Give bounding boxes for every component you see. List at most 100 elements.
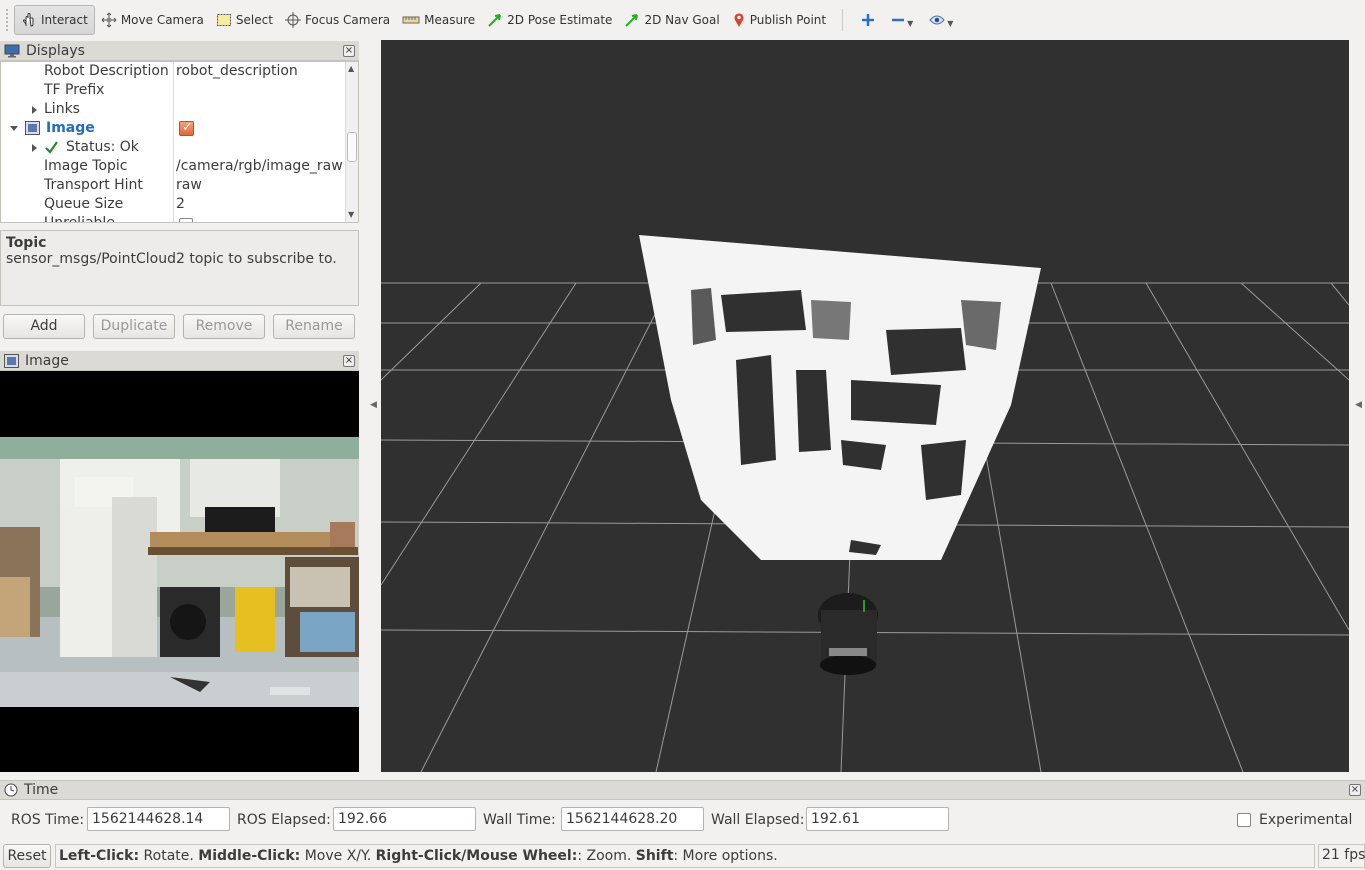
property-name: Unreliable <box>44 215 115 223</box>
property-name: Queue Size <box>44 196 124 212</box>
tree-row-transport-hint[interactable]: Transport Hint raw <box>1 176 358 195</box>
enabled-checkbox[interactable] <box>179 120 194 136</box>
point-cloud <box>639 235 1041 560</box>
publish-point-tool-button[interactable]: Publish Point <box>726 5 832 35</box>
camera-image-view[interactable] <box>0 371 359 772</box>
scroll-up-icon[interactable]: ▲ <box>348 64 354 73</box>
collapse-arrow-icon[interactable] <box>10 126 18 131</box>
select-icon <box>216 14 231 26</box>
hint-text: Move X/Y. <box>300 848 376 864</box>
hint-text: : More options. <box>673 848 778 864</box>
toolbar-grip[interactable] <box>6 9 10 31</box>
tree-row-robot-description[interactable]: Robot Description robot_description <box>1 62 358 81</box>
image-panel-header: Image × <box>0 351 359 371</box>
time-panel-header: Time × <box>0 780 1365 800</box>
tree-row-queue-size[interactable]: Queue Size 2 <box>1 195 358 214</box>
fps-counter: 21 fps <box>1318 844 1365 868</box>
property-name: Links <box>44 101 80 117</box>
move-camera-tool-label: Move Camera <box>120 13 204 27</box>
hint-bold: Middle-Click: <box>198 848 301 864</box>
left-splitter-handle[interactable]: ◀ <box>370 400 377 410</box>
scrollbar-thumb[interactable] <box>347 132 357 162</box>
wall-elapsed-label: Wall Elapsed: <box>711 812 805 828</box>
measure-tool-label: Measure <box>424 13 476 27</box>
select-tool-button[interactable]: Select <box>210 5 279 35</box>
ros-elapsed-label: ROS Elapsed: <box>237 812 331 828</box>
3d-scene <box>381 235 1349 772</box>
eye-icon <box>929 15 945 25</box>
time-panel-body: ROS Time: 1562144628.14 ROS Elapsed: 192… <box>0 806 1365 834</box>
close-icon[interactable]: × <box>343 355 355 367</box>
expand-arrow-icon[interactable] <box>32 144 37 152</box>
expand-arrow-icon[interactable] <box>32 106 37 114</box>
tree-row-image-topic[interactable]: Image Topic /camera/rgb/image_raw <box>1 157 358 176</box>
hint-text: Rotate. <box>139 848 199 864</box>
interact-tool-button[interactable]: Interact <box>14 5 95 35</box>
hint-bold: Shift <box>635 848 674 864</box>
status-label: Status: Ok <box>66 139 139 155</box>
toolbar-separator <box>842 9 844 31</box>
focus-camera-tool-label: Focus Camera <box>304 13 391 27</box>
reset-button[interactable]: Reset <box>3 844 51 868</box>
tree-row-tf-prefix[interactable]: TF Prefix <box>1 81 358 100</box>
nav-goal-tool-button[interactable]: 2D Nav Goal <box>618 5 725 35</box>
property-name: TF Prefix <box>44 82 105 98</box>
focus-camera-tool-button[interactable]: Focus Camera <box>279 5 396 35</box>
move-camera-icon <box>101 12 117 28</box>
displays-panel-title: Displays <box>26 42 85 59</box>
tree-row-unreliable[interactable]: Unreliable <box>1 214 358 223</box>
add-tool-button[interactable] <box>853 5 883 35</box>
status-bar: Reset Left-Click: Rotate. Middle-Click: … <box>0 842 1365 870</box>
view-options-button[interactable]: ▼ <box>921 5 961 35</box>
close-icon[interactable]: × <box>1349 784 1361 796</box>
hint-text: : Zoom. <box>577 848 636 864</box>
ros-time-field[interactable]: 1562144628.14 <box>87 807 230 831</box>
tree-scrollbar[interactable]: ▲ ▼ <box>345 62 358 222</box>
property-value[interactable]: raw <box>176 176 202 195</box>
experimental-label: Experimental <box>1259 812 1353 828</box>
hint-bold: Left-Click: <box>59 848 140 864</box>
image-panel-title: Image <box>25 352 69 369</box>
remove-tool-button[interactable]: ▼ <box>883 5 921 35</box>
wall-elapsed-field[interactable]: 192.61 <box>806 807 949 831</box>
image-display-icon <box>25 121 40 135</box>
add-display-button[interactable]: Add <box>3 314 85 339</box>
scroll-down-icon[interactable]: ▼ <box>348 210 354 219</box>
property-description: Topic sensor_msgs/PointCloud2 topic to s… <box>0 230 359 306</box>
tree-row-image-display[interactable]: Image <box>1 119 358 138</box>
wall-time-label: Wall Time: <box>483 812 556 828</box>
duplicate-display-button[interactable]: Duplicate <box>93 314 175 339</box>
minus-icon <box>892 18 905 22</box>
displays-panel-header: Displays × <box>0 41 359 61</box>
publish-point-tool-label: Publish Point <box>749 13 827 27</box>
move-camera-tool-button[interactable]: Move Camera <box>95 5 210 35</box>
nav-goal-tool-label: 2D Nav Goal <box>644 13 720 27</box>
tree-row-status[interactable]: Status: Ok <box>1 138 358 157</box>
time-panel-title: Time <box>24 782 59 798</box>
monitor-icon <box>4 44 20 57</box>
unreliable-checkbox[interactable] <box>179 218 193 222</box>
render-3d-viewport[interactable] <box>381 40 1349 772</box>
pose-estimate-tool-button[interactable]: 2D Pose Estimate <box>481 5 618 35</box>
description-title: Topic <box>6 235 47 251</box>
main-toolbar: Interact Move Camera Select Focus Camera… <box>0 0 1365 40</box>
measure-tool-button[interactable]: Measure <box>396 5 481 35</box>
experimental-checkbox[interactable] <box>1237 813 1251 827</box>
displays-tree: Robot Description robot_description TF P… <box>0 61 359 223</box>
close-icon[interactable]: × <box>343 45 355 57</box>
property-value[interactable]: robot_description <box>176 62 298 81</box>
rename-display-button[interactable]: Rename <box>273 314 355 339</box>
tree-row-links[interactable]: Links <box>1 100 358 119</box>
property-value[interactable]: 2 <box>176 195 185 214</box>
ruler-icon <box>402 16 420 24</box>
property-name: Image Topic <box>44 158 128 174</box>
display-name: Image <box>46 120 95 136</box>
wall-time-field[interactable]: 1562144628.20 <box>561 807 704 831</box>
ros-elapsed-field[interactable]: 192.66 <box>333 807 476 831</box>
green-arrow-icon <box>488 14 502 27</box>
property-value[interactable]: /camera/rgb/image_raw <box>176 157 343 176</box>
right-splitter-handle[interactable]: ◀ <box>1355 400 1362 410</box>
mouse-hint-text: Left-Click: Rotate. Middle-Click: Move X… <box>55 844 1315 868</box>
remove-display-button[interactable]: Remove <box>183 314 265 339</box>
hint-bold: Right-Click/Mouse Wheel: <box>375 848 578 864</box>
